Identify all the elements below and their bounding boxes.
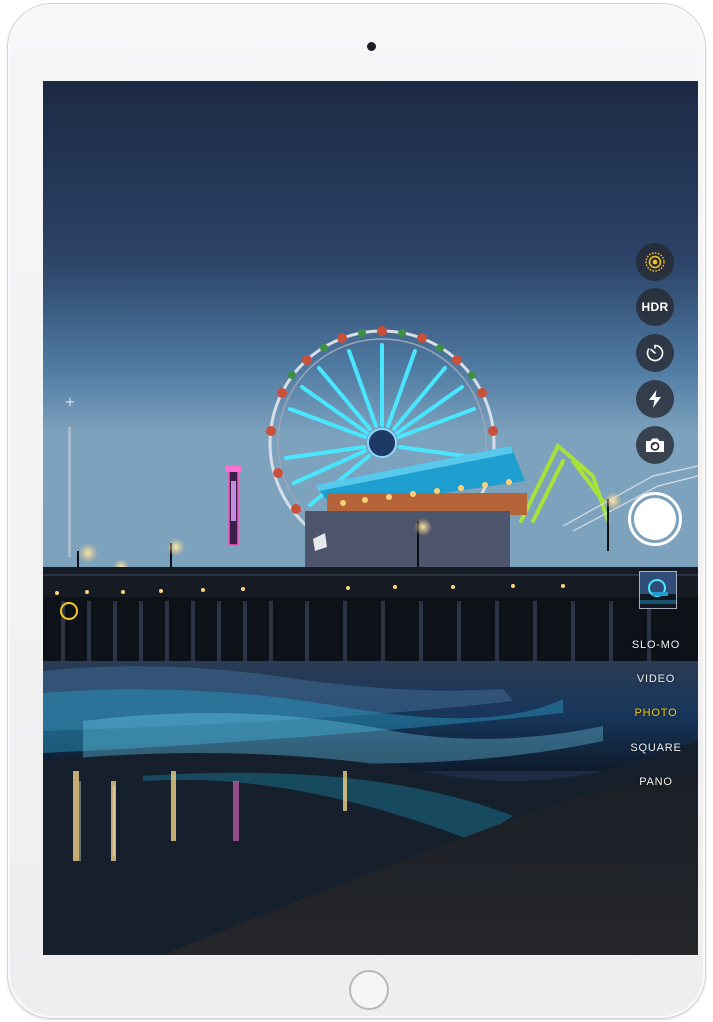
flash-button[interactable] [636, 380, 674, 418]
timer-icon [645, 343, 665, 363]
switch-camera-icon [644, 436, 666, 454]
zoom-plus-label: + [64, 395, 76, 410]
live-photo-button[interactable] [636, 243, 674, 281]
mode-square[interactable]: SQUARE [617, 742, 695, 754]
hdr-button[interactable]: HDR [636, 288, 674, 326]
shutter-button-inner [634, 498, 676, 540]
shutter-button[interactable] [628, 492, 682, 546]
switch-camera-button[interactable] [636, 426, 674, 464]
timer-button[interactable] [636, 334, 674, 372]
live-photo-icon [644, 251, 666, 273]
viewfinder-scene [43, 81, 698, 955]
mode-photo[interactable]: PHOTO [617, 707, 695, 719]
camera-viewfinder[interactable]: + HDR SLO-MO VIDEO PHOTO SQUARE PANO [43, 81, 698, 955]
zoom-slider-track[interactable] [68, 427, 71, 557]
home-button[interactable] [349, 970, 389, 1010]
front-camera [367, 42, 376, 51]
last-photo-thumbnail[interactable] [639, 571, 677, 609]
mode-pano[interactable]: PANO [617, 776, 695, 788]
thumbnail-preview-image [640, 572, 676, 608]
ipad-device-frame: + HDR SLO-MO VIDEO PHOTO SQUARE PANO [8, 4, 705, 1018]
mode-video[interactable]: VIDEO [617, 673, 695, 685]
zoom-slider-knob[interactable] [60, 602, 78, 620]
hdr-label: HDR [641, 300, 669, 314]
flash-icon [646, 389, 664, 409]
mode-slo-mo[interactable]: SLO-MO [617, 639, 695, 651]
